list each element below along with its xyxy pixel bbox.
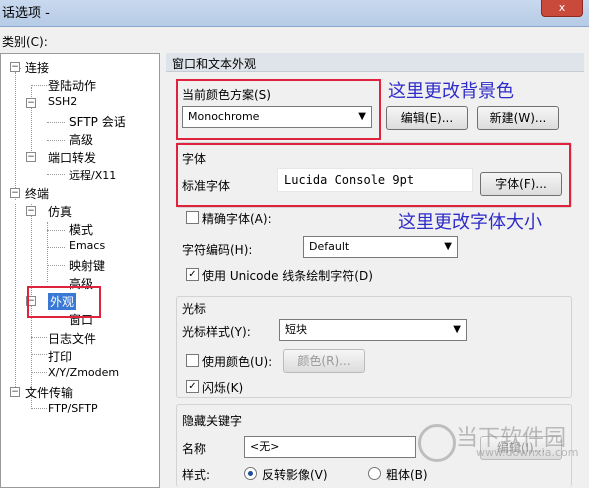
unicode-line-label: 使用 Unicode 线条绘制字符(D) [202,269,373,283]
color-button[interactable]: 颜色(R)... [283,349,365,373]
collapse-icon[interactable]: − [26,98,36,108]
tree-item-file-transfer[interactable]: 文件传输 [25,384,73,401]
chevron-down-icon: ▼ [444,241,452,252]
chevron-down-icon: ▼ [453,324,461,335]
tree-item-modes[interactable]: 模式 [69,221,93,238]
collapse-icon[interactable]: − [26,206,36,216]
cursor-style-label: 光标样式(Y): [182,325,251,339]
unicode-line-checkbox[interactable]: ✓ [186,268,199,281]
use-color-label: 使用颜色(U): [202,355,273,369]
highlight-box-font [176,143,571,207]
tree-item-connect[interactable]: 连接 [25,59,49,76]
style-label: 样式: [182,468,211,482]
tree-item-mapped-keys[interactable]: 映射键 [69,257,105,274]
reverse-video-label: 反转影像(V) [262,468,328,482]
panel-header: 窗口和文本外观 [166,53,584,72]
blink-label: 闪烁(K) [202,381,244,395]
cursor-style-select[interactable]: 短块 ▼ [279,319,467,341]
bold-label: 粗体(B) [386,468,428,482]
tree-item-print[interactable]: 打印 [48,348,72,365]
tree-item-xyzmodem[interactable]: X/Y/Zmodem [48,366,119,379]
tree-item-advanced[interactable]: 高级 [69,131,93,148]
tree-item-emacs[interactable]: Emacs [69,239,105,252]
tree-item-sftp-session[interactable]: SFTP 会话 [69,113,126,130]
hidden-keywords-label: 隐藏关键字 [182,414,243,428]
close-button[interactable]: x [541,0,583,17]
watermark-logo-icon [418,424,456,462]
tree-item-port-forward[interactable]: 端口转发 [48,149,96,166]
name-label: 名称 [182,442,207,456]
annotation-font-size: 这里更改字体大小 [398,212,542,233]
category-tree[interactable]: − 连接 登陆动作 − SSH2 SFTP 会话 高级 − 端口转发 远程/X1… [0,53,160,488]
tree-item-ssh2[interactable]: SSH2 [48,95,77,108]
close-icon: x [558,1,566,14]
cursor-style-value: 短块 [285,323,307,336]
encoding-label: 字符编码(H): [182,243,253,257]
tree-item-login-actions[interactable]: 登陆动作 [48,77,96,94]
encoding-value: Default [309,240,350,253]
collapse-icon[interactable]: − [10,188,20,198]
new-button[interactable]: 新建(W)... [477,106,559,130]
window-title: 话选项 - [2,6,50,21]
annotation-background: 这里更改背景色 [388,81,514,102]
name-value: <无> [250,440,280,453]
tree-item-log-file[interactable]: 日志文件 [48,330,96,347]
edit-button[interactable]: 编辑(E)... [386,106,468,130]
tree-item-remote-x11[interactable]: 远程/X11 [69,167,116,183]
collapse-icon[interactable]: − [10,387,20,397]
cursor-group-label: 光标 [182,302,207,316]
encoding-select[interactable]: Default ▼ [303,236,458,258]
collapse-icon[interactable]: − [10,62,20,72]
use-color-checkbox[interactable] [186,354,199,367]
reverse-video-radio[interactable] [244,467,257,480]
precise-font-label: 精确字体(A): [202,212,272,226]
highlight-box-scheme [176,79,381,140]
tree-item-terminal[interactable]: 终端 [25,185,49,202]
tree-item-ftp-sftp[interactable]: FTP/SFTP [48,402,98,415]
bold-radio[interactable] [368,467,381,480]
panel-header-text: 窗口和文本外观 [172,57,257,71]
tree-item-emulation[interactable]: 仿真 [48,203,72,220]
name-select[interactable]: <无> [244,436,416,458]
collapse-icon[interactable]: − [26,152,36,162]
watermark-url: www.downxia.com [476,446,579,459]
category-label: 类别(C): [2,35,48,49]
title-bar: 话选项 - x [0,0,589,27]
precise-font-checkbox[interactable] [186,211,199,224]
highlight-box-appearance [27,286,101,318]
blink-checkbox[interactable]: ✓ [186,380,199,393]
